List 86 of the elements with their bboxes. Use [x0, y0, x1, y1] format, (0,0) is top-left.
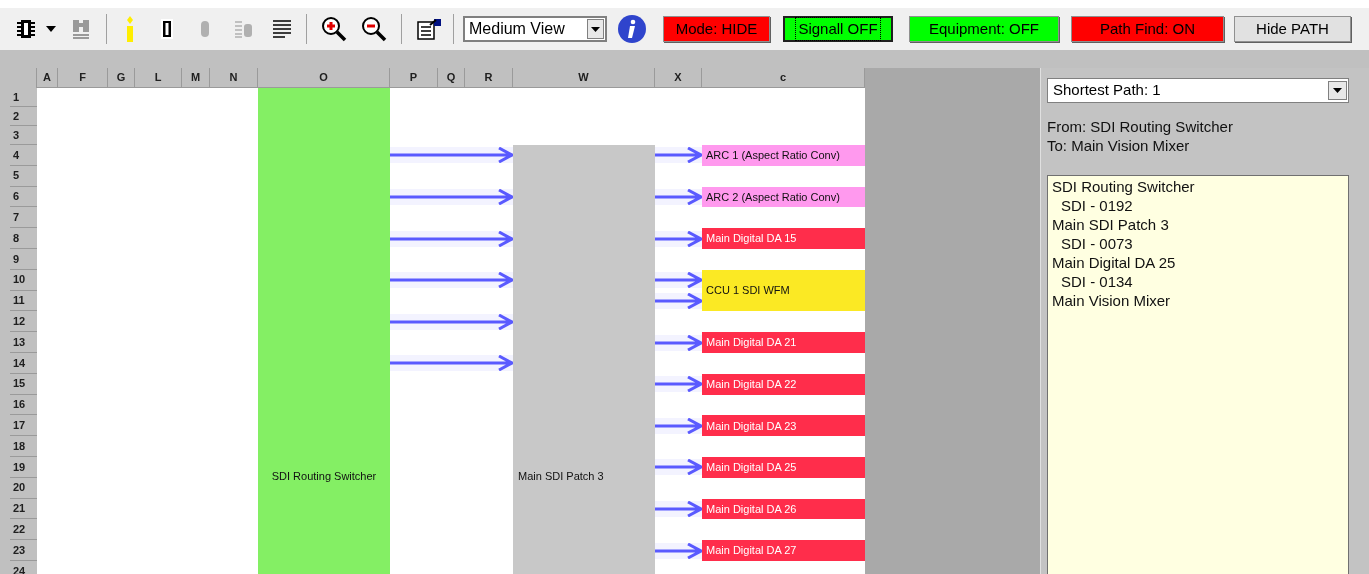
- device-block: Main Digital DA 23: [702, 415, 865, 437]
- column-header[interactable]: M: [182, 68, 210, 88]
- column-header[interactable]: F: [58, 68, 108, 88]
- row-header[interactable]: 3: [10, 126, 37, 145]
- connection-line: SDI - 0134: [1060, 272, 1133, 291]
- column-header[interactable]: N: [210, 68, 258, 88]
- arrow: [655, 293, 702, 309]
- column-header[interactable]: W: [513, 68, 655, 88]
- text-lines-icon[interactable]: [272, 18, 292, 40]
- device-block: ARC 2 (Aspect Ratio Conv): [702, 186, 865, 208]
- arrow: [655, 272, 702, 289]
- row-header[interactable]: 13: [10, 332, 37, 353]
- toggle-button[interactable]: Signall OFF: [783, 16, 893, 42]
- to-label: To: Main Vision Mixer: [1047, 136, 1191, 155]
- toggle-button[interactable]: Hide PATH: [1234, 16, 1351, 42]
- device-block: CCU 1 SDI WFM: [702, 269, 865, 312]
- row-header[interactable]: 6: [10, 186, 37, 208]
- device-line: Main Vision Mixer: [1052, 291, 1171, 310]
- toggle-button[interactable]: Equipment: OFF: [909, 16, 1059, 42]
- row-header[interactable]: 4: [10, 145, 37, 166]
- info-icon[interactable]: [617, 14, 647, 44]
- column-header[interactable]: Q: [438, 68, 465, 88]
- row-header[interactable]: 11: [10, 290, 37, 312]
- patch-block: Main SDI Patch 3: [513, 145, 655, 574]
- caret-icon[interactable]: [45, 25, 57, 33]
- device-block: Main Digital DA 25: [702, 457, 865, 478]
- device-block: Main Digital DA 27: [702, 540, 865, 561]
- arrow: [655, 459, 702, 476]
- connection-line: SDI - 0192: [1060, 196, 1133, 215]
- device-line: Main SDI Patch 3: [1052, 215, 1169, 234]
- arrow: [655, 376, 702, 393]
- dropdown-arrow-icon[interactable]: [591, 26, 600, 32]
- row-header[interactable]: 20: [10, 477, 37, 499]
- from-label: From: SDI Routing Switcher: [1047, 117, 1234, 136]
- source-block: SDI Routing Switcher: [258, 88, 390, 574]
- arrow: [655, 147, 702, 164]
- row-header[interactable]: 5: [10, 165, 37, 187]
- row-header[interactable]: 17: [10, 415, 37, 437]
- column-header[interactable]: P: [390, 68, 438, 88]
- row-header[interactable]: 21: [10, 498, 37, 520]
- arrow: [655, 501, 702, 517]
- row-header[interactable]: 10: [10, 269, 37, 291]
- arrow: [655, 334, 702, 351]
- arrow: [655, 417, 702, 434]
- row-header[interactable]: 19: [10, 456, 37, 478]
- row-header[interactable]: 2: [10, 107, 37, 126]
- device-block: Main Digital DA 22: [702, 373, 865, 395]
- column-header[interactable]: G: [108, 68, 135, 88]
- row-header[interactable]: 24: [10, 560, 37, 574]
- column-header[interactable]: L: [135, 68, 182, 88]
- device-block: Main Digital DA 15: [702, 228, 865, 249]
- zoom-in-icon[interactable]: [321, 16, 347, 42]
- properties-icon[interactable]: [416, 17, 444, 41]
- row-header[interactable]: 1: [10, 88, 37, 107]
- row-header[interactable]: 22: [10, 519, 37, 541]
- arrow: [655, 230, 702, 247]
- row-header[interactable]: 23: [10, 540, 37, 561]
- view-select[interactable]: Medium View: [463, 16, 607, 42]
- connection-line: SDI - 0073: [1060, 234, 1133, 253]
- row-header[interactable]: 7: [10, 207, 37, 229]
- device-line: Main Digital DA 25: [1052, 253, 1176, 272]
- device-line: SDI Routing Switcher: [1052, 177, 1195, 196]
- toggle-button[interactable]: Mode: HIDE: [663, 16, 770, 42]
- row-header[interactable]: 15: [10, 373, 37, 395]
- row-header[interactable]: 9: [10, 249, 37, 270]
- column-header[interactable]: c: [702, 68, 865, 88]
- row-header[interactable]: 18: [10, 436, 37, 457]
- device-block: ARC 1 (Aspect Ratio Conv): [702, 145, 865, 166]
- row-header[interactable]: 14: [10, 352, 37, 374]
- device-block: Main Digital DA 21: [702, 332, 865, 353]
- arrow: [655, 189, 702, 205]
- column-header[interactable]: X: [655, 68, 702, 88]
- arrow: [655, 542, 702, 559]
- toggle-button[interactable]: Path Find: ON: [1071, 16, 1224, 42]
- dropdown-arrow-icon[interactable]: [1333, 88, 1342, 93]
- path-select[interactable]: Shortest Path: 1: [1047, 78, 1349, 103]
- row-header[interactable]: 12: [10, 311, 37, 333]
- row-header[interactable]: 8: [10, 228, 37, 249]
- device-block: Main Digital DA 26: [702, 498, 865, 520]
- chip-icon[interactable]: [15, 18, 37, 40]
- column-header[interactable]: R: [465, 68, 513, 88]
- bracket-icon[interactable]: [160, 18, 174, 40]
- column-header[interactable]: A: [37, 68, 58, 88]
- zoom-out-icon[interactable]: [361, 16, 387, 42]
- row-header[interactable]: 16: [10, 394, 37, 416]
- info-marker-icon[interactable]: [124, 16, 136, 42]
